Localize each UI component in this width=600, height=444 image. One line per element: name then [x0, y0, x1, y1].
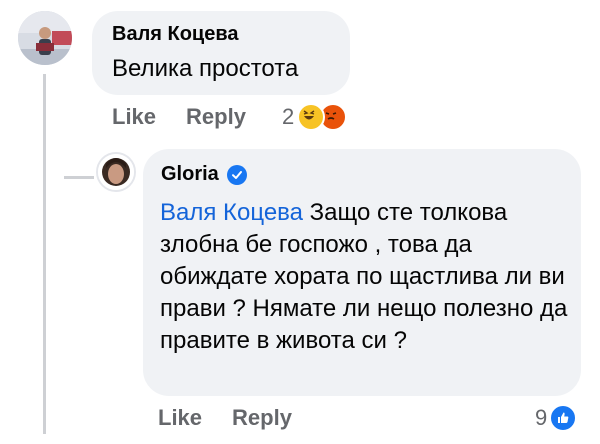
profile-photo-icon [18, 11, 72, 65]
comment-bubble: Валя Коцева Велика простота [92, 11, 350, 95]
like-button[interactable]: Like [158, 405, 202, 431]
reply-bubble: Gloria Валя Коцева Защо сте толкова злоб… [143, 149, 581, 396]
comment-text: Велика простота [112, 55, 299, 82]
like-reaction-icon [549, 404, 578, 432]
reply-actions: Like Reply [158, 405, 292, 431]
comment-author[interactable]: Валя Коцева [112, 23, 239, 46]
reaction-summary[interactable]: 9 [535, 404, 578, 432]
mention-link[interactable]: Валя Коцева [160, 199, 303, 226]
avatar[interactable] [18, 11, 72, 65]
reply-avatar[interactable] [96, 152, 136, 192]
reply-author[interactable]: Gloria [161, 163, 219, 186]
reaction-count: 9 [535, 405, 548, 430]
reply-text: Валя Коцева Защо сте толкова злобна бе г… [160, 197, 570, 357]
profile-photo-icon [98, 154, 134, 190]
reaction-count: 2 [282, 104, 295, 129]
like-button[interactable]: Like [112, 104, 156, 130]
reply-button[interactable]: Reply [232, 405, 292, 431]
haha-emoji-icon [297, 103, 326, 131]
thread-branch-line [64, 176, 94, 179]
reply-author-row: Gloria [161, 163, 247, 186]
reaction-summary[interactable]: 2 [282, 103, 348, 131]
thread-line [43, 74, 46, 434]
comment-actions: Like Reply [112, 104, 246, 130]
verified-badge-icon [226, 164, 247, 185]
reply-button[interactable]: Reply [186, 104, 246, 130]
